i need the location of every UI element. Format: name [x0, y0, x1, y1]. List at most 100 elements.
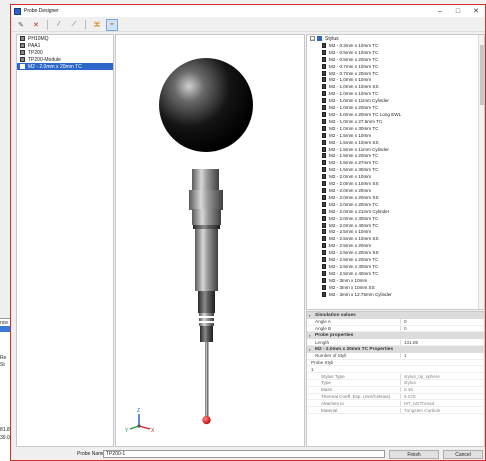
- stylus-list-item[interactable]: M2 - 1.0mm x 20mm TC Long EWL: [307, 111, 484, 118]
- property-row[interactable]: Attaches to MT_M2Thread: [307, 400, 484, 408]
- stylus-list-item[interactable]: M2 - 1.5mm x 10mm SS: [307, 139, 484, 146]
- stylus-list-item[interactable]: M2 - 2.5mm x 20mm: [307, 242, 484, 249]
- stylus-list-item[interactable]: M2 - 2.0mm x 30mm TC: [307, 215, 484, 222]
- stylus-list-item[interactable]: M2 - 2.5mm x 10mm SS: [307, 235, 484, 242]
- stylus-icon: [322, 187, 326, 193]
- property-value[interactable]: 0.45: [400, 387, 484, 393]
- stylus-list-item[interactable]: M2 - 1.0mm x 10mm TC: [307, 90, 484, 97]
- category-toggle-icon[interactable]: ▪: [309, 347, 313, 352]
- property-category[interactable]: ▪ Probe properties: [307, 332, 484, 340]
- property-value[interactable]: Tungsten Carbide: [400, 407, 484, 413]
- property-row[interactable]: Stylus Type stylus_tip_sphere: [307, 373, 484, 380]
- finish-button[interactable]: Finish: [389, 450, 439, 459]
- tree-root-label: Stylus: [325, 35, 339, 42]
- stylus-list-item[interactable]: M2 - 2.0mm x 40mm TC: [307, 222, 484, 229]
- property-key: Type: [321, 380, 331, 386]
- stylus-icon: [322, 243, 326, 249]
- stylus-list-item[interactable]: M2 - 1.0mm x 27.5mm TC: [307, 118, 484, 125]
- stylus-list-item[interactable]: M2 - 1.5mm x 27mm TC: [307, 159, 484, 166]
- vertical-scrollbar[interactable]: [478, 35, 484, 309]
- window-title: Probe Designer: [24, 8, 59, 14]
- maximize-button[interactable]: □: [449, 5, 467, 17]
- property-row[interactable]: Angle A 0: [307, 319, 484, 326]
- property-row[interactable]: Angle B 0: [307, 325, 484, 333]
- stylus-icon: [322, 208, 326, 214]
- cancel-button[interactable]: Cancel: [443, 450, 483, 459]
- property-row[interactable]: Type stylus: [307, 380, 484, 387]
- probe-view-icon[interactable]: ⌖: [106, 18, 118, 31]
- tree-item-tp200[interactable]: TP200: [17, 49, 113, 56]
- stylus-list-item-label: M2 - 1.0mm x 10mm: [329, 77, 372, 83]
- property-row[interactable]: Thermal Coeff. Exp. (mm/Celsius) 6.075: [307, 393, 484, 401]
- property-row[interactable]: 1: [307, 366, 484, 374]
- collapse-icon[interactable]: –: [310, 36, 315, 41]
- stylus-list-item[interactable]: M2 - 2.5mm x 40mm TC: [307, 270, 484, 277]
- stylus-list-item[interactable]: M2 - 3mm x 10mm SS: [307, 284, 484, 291]
- stylus-list-item[interactable]: M2 - 1.5mm x 30mm TC: [307, 166, 484, 173]
- stylus-list-item[interactable]: M2 - 0.7mm x 10mm TC: [307, 63, 484, 70]
- tree-item-paa1[interactable]: PAA1: [17, 42, 113, 49]
- property-value[interactable]: 0: [400, 319, 484, 325]
- stylus-list-item[interactable]: M2 - 1.0mm x 10mm: [307, 77, 484, 84]
- stylus-list-item[interactable]: M2 - 1.0mm x 20mm TC: [307, 104, 484, 111]
- stylus-list-item[interactable]: M2 - 2.0mm x 20mm SS: [307, 194, 484, 201]
- property-row[interactable]: Number of Styli 1: [307, 353, 484, 360]
- property-value[interactable]: 1: [400, 353, 484, 359]
- property-value[interactable]: 0: [400, 325, 484, 331]
- delete-icon[interactable]: ✕: [30, 19, 42, 31]
- stylus-list-item[interactable]: M2 - 2.0mm x 20mm: [307, 187, 484, 194]
- close-button[interactable]: ✕: [467, 5, 485, 17]
- property-row[interactable]: Mass 0.45: [307, 387, 484, 394]
- stylus-list-item[interactable]: M2 - 1.0mm x 30mm TC: [307, 125, 484, 132]
- pen-icon[interactable]: ⟋: [68, 19, 80, 31]
- stylus-list-item[interactable]: M2 - 2.0mm x 10mm: [307, 173, 484, 180]
- stylus-list-item[interactable]: M2 - 2.5mm x 20mm SS: [307, 249, 484, 256]
- property-value[interactable]: MT_M2Thread: [400, 400, 484, 406]
- stylus-list-item[interactable]: M2 - 2.5mm x 30mm TC: [307, 263, 484, 270]
- tree-item-stylus-selected[interactable]: M2 - 2.0mm x 20mm TC: [17, 63, 113, 70]
- stylus-list-item[interactable]: M2 - 0.5mm x 20mm TC: [307, 56, 484, 63]
- stylus-list-item[interactable]: M2 - 1.5mm x 11mm Cylinder: [307, 146, 484, 153]
- probe-module: [200, 326, 213, 342]
- property-value[interactable]: stylus_tip_sphere: [400, 373, 484, 379]
- probe-name-input[interactable]: TP200-1: [103, 450, 385, 458]
- property-category[interactable]: ▪ M2 - 2.0mm x 20mm TC Properties: [307, 345, 484, 353]
- category-toggle-icon[interactable]: ▪: [309, 313, 313, 318]
- stylus-list-item[interactable]: M2 - 0.7mm x 20mm TC: [307, 70, 484, 77]
- property-row[interactable]: Probe Styli: [307, 360, 484, 367]
- stylus-list-item[interactable]: M2 - 0.3mm x 10mm TC: [307, 42, 484, 49]
- fit-view-icon[interactable]: ⌘: [91, 19, 103, 31]
- stylus-list-item[interactable]: M2 - 2.0mm x 10mm SS: [307, 180, 484, 187]
- stylus-list-item[interactable]: M2 - 0.5mm x 10mm TC: [307, 49, 484, 56]
- 3d-viewport[interactable]: Z X Y: [115, 34, 305, 447]
- stylus-list-item[interactable]: M2 - 2.0mm x 21mm Cylinder: [307, 208, 484, 215]
- stylus-list-item[interactable]: M2 - 2.0mm x 20mm TC: [307, 201, 484, 208]
- stylus-list-item[interactable]: M2 - 1.5mm x 20mm TC: [307, 153, 484, 160]
- stylus-list-item[interactable]: M2 - 1.0mm x 11mm Cylinder: [307, 97, 484, 104]
- tree-item-ph10mq[interactable]: PH10MQ: [17, 35, 113, 42]
- tree-item-tp200-module[interactable]: TP200-Module: [17, 56, 113, 63]
- property-value[interactable]: 131.85: [400, 339, 484, 345]
- tree-item-label: TP200: [28, 49, 43, 56]
- stylus-list-item[interactable]: M2 - 3mm x 12.75mm Cylinder: [307, 291, 484, 298]
- stylus-tip-ball: [202, 415, 211, 425]
- property-rows: ▪ Simulation values Angle A 0 Angle B 0 ▪ Probe…: [307, 312, 484, 414]
- property-row[interactable]: Material Tungsten Carbide: [307, 407, 484, 414]
- stylus-list-item[interactable]: M2 - 1.5mm x 10mm: [307, 132, 484, 139]
- stylus-list-item[interactable]: M2 - 2.5mm x 20mm TC: [307, 256, 484, 263]
- property-category[interactable]: ▪ Simulation values: [307, 312, 484, 319]
- property-value[interactable]: stylus: [400, 380, 484, 386]
- stylus-list-item[interactable]: M2 - 3mm x 10mm: [307, 277, 484, 284]
- stylus-icon: [322, 125, 326, 131]
- category-toggle-icon[interactable]: ▪: [309, 333, 313, 338]
- pencil-icon[interactable]: ✎: [15, 19, 27, 31]
- pencil-icon-2[interactable]: ⁄: [53, 19, 65, 31]
- scrollbar-thumb[interactable]: [480, 45, 484, 105]
- stylus-list-item-label: M2 - 3mm x 12.75mm Cylinder: [329, 291, 392, 297]
- tree-root-stylus[interactable]: – Stylus: [307, 35, 484, 42]
- property-row[interactable]: Length 131.85: [307, 339, 484, 346]
- stylus-list-item[interactable]: M2 - 1.0mm x 10mm SS: [307, 83, 484, 90]
- stylus-list-item[interactable]: M2 - 2.5mm x 10mm: [307, 228, 484, 235]
- property-value[interactable]: 6.075: [400, 393, 484, 399]
- minimize-button[interactable]: –: [431, 5, 449, 17]
